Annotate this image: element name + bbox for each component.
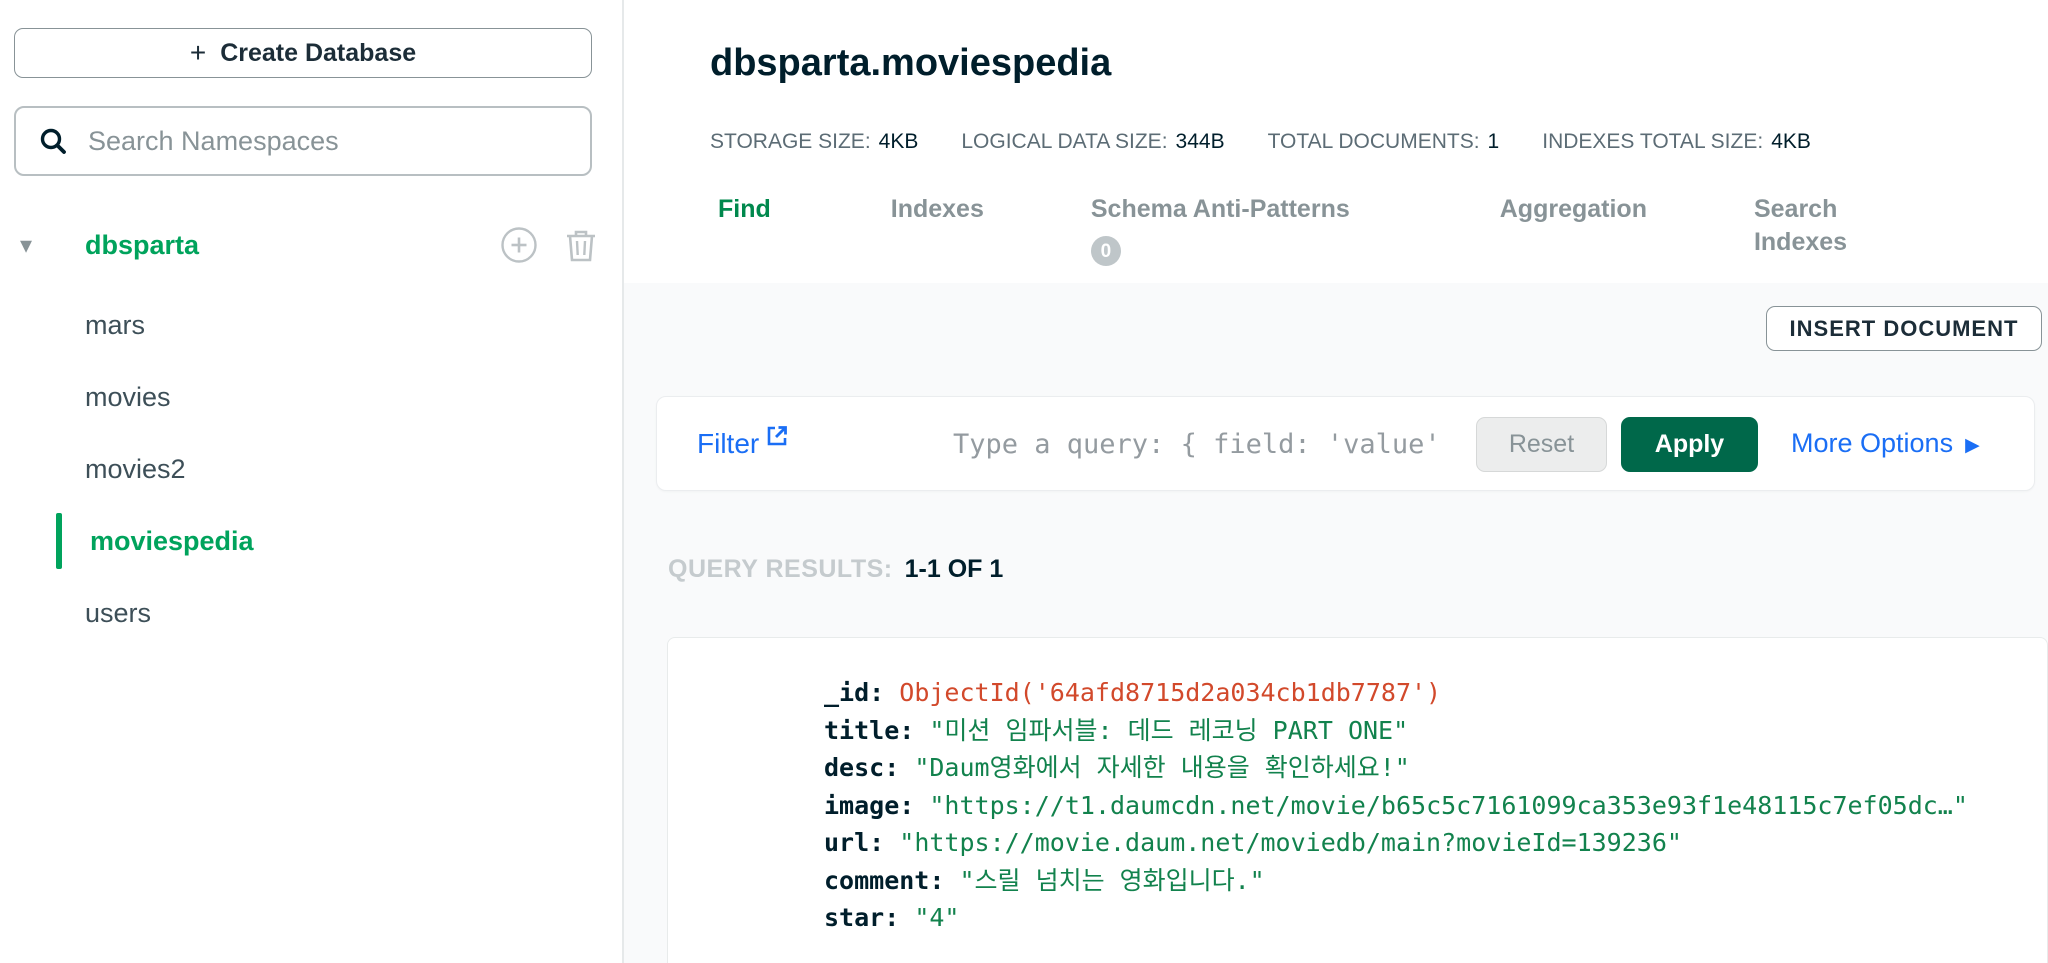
field-value: "스릴 넘치는 영화입니다." bbox=[959, 866, 1264, 895]
database-actions bbox=[500, 226, 622, 264]
sidebar-collection-item[interactable]: users bbox=[0, 577, 622, 649]
field-key: _id bbox=[824, 678, 869, 707]
field-colon: : bbox=[929, 866, 959, 895]
field-colon: : bbox=[869, 828, 899, 857]
field-key: url bbox=[824, 828, 869, 857]
tab-label: Indexes bbox=[891, 193, 984, 226]
database-name: dbsparta bbox=[85, 230, 199, 261]
field-colon: : bbox=[869, 678, 899, 707]
query-results-count: 1-1 OF 1 bbox=[905, 555, 1004, 584]
create-database-button[interactable]: + Create Database bbox=[14, 28, 592, 78]
stat-label: STORAGE SIZE: bbox=[710, 130, 871, 153]
field-value: "미션 임파서블: 데드 레코닝 PART ONE" bbox=[929, 716, 1408, 745]
stat-label: TOTAL DOCUMENTS: bbox=[1268, 130, 1480, 153]
field-colon: : bbox=[884, 903, 914, 932]
add-collection-icon[interactable] bbox=[500, 226, 538, 264]
field-colon: : bbox=[884, 753, 914, 782]
field-key: image bbox=[824, 791, 899, 820]
stat-value: 4KB bbox=[879, 130, 919, 153]
collection-tabs: Find Indexes Schema Anti-Patterns 0 Aggr… bbox=[718, 193, 1884, 266]
collection-tab[interactable]: Search Indexes bbox=[1754, 193, 1884, 259]
field-colon: : bbox=[899, 716, 929, 745]
query-filter-input[interactable] bbox=[951, 397, 1470, 492]
tab-label: Find bbox=[718, 193, 771, 226]
collection-tab[interactable]: Indexes bbox=[891, 193, 984, 226]
document-field-row[interactable]: star: "4" bbox=[824, 899, 2023, 937]
chevron-right-icon: ▶ bbox=[1965, 431, 1980, 457]
more-options-label: More Options bbox=[1791, 428, 1953, 459]
more-options-link[interactable]: More Options ▶ bbox=[1791, 397, 1980, 490]
document-field-row[interactable]: _id: ObjectId('64afd8715d2a034cb1db7787'… bbox=[824, 674, 2023, 712]
search-icon bbox=[38, 126, 68, 156]
delete-database-trash-icon[interactable] bbox=[564, 227, 598, 263]
query-bar: Filter Reset Apply More Options ▶ bbox=[656, 396, 2035, 491]
field-value: ObjectId('64afd8715d2a034cb1db7787') bbox=[899, 678, 1441, 707]
collection-label: mars bbox=[85, 310, 145, 341]
field-value: "https://t1.daumcdn.net/movie/b65c5c7161… bbox=[929, 791, 1968, 820]
tab-label: Aggregation bbox=[1500, 193, 1647, 226]
reset-button[interactable]: Reset bbox=[1476, 417, 1607, 472]
document-field-row[interactable]: desc: "Daum영화에서 자세한 내용을 확인하세요!" bbox=[824, 749, 2023, 787]
document-field-row[interactable]: url: "https://movie.daum.net/moviedb/mai… bbox=[824, 824, 2023, 862]
stat-label: LOGICAL DATA SIZE: bbox=[961, 130, 1167, 153]
collection-tab[interactable]: Schema Anti-Patterns 0 bbox=[1091, 193, 1350, 266]
sidebar-collection-item[interactable]: movies bbox=[0, 361, 622, 433]
filter-label: Filter bbox=[697, 428, 759, 460]
collection-tab[interactable]: Aggregation bbox=[1500, 193, 1647, 226]
document-field-row[interactable]: comment: "스릴 넘치는 영화입니다." bbox=[824, 862, 2023, 900]
collection-tab[interactable]: Find bbox=[718, 193, 771, 226]
stat-item: LOGICAL DATA SIZE: 344B bbox=[961, 130, 1224, 154]
field-value: "Daum영화에서 자세한 내용을 확인하세요!" bbox=[914, 753, 1410, 782]
create-database-label: Create Database bbox=[220, 39, 416, 68]
stat-value: 4KB bbox=[1771, 130, 1811, 153]
compass-app: + Create Database ▾ dbsparta bbox=[0, 0, 2048, 963]
document-field-row[interactable]: image: "https://t1.daumcdn.net/movie/b65… bbox=[824, 787, 2023, 825]
field-colon: : bbox=[899, 791, 929, 820]
collection-list: mars movies movies2 moviespedia users bbox=[0, 289, 622, 649]
sidebar-collection-item[interactable]: moviespedia bbox=[0, 505, 622, 577]
field-value: "4" bbox=[914, 903, 959, 932]
sidebar-database-row[interactable]: ▾ dbsparta bbox=[0, 220, 622, 270]
document-fields: _id: ObjectId('64afd8715d2a034cb1db7787'… bbox=[668, 638, 2047, 937]
plus-icon: + bbox=[190, 37, 206, 69]
collection-label: movies2 bbox=[85, 454, 186, 485]
stat-item: STORAGE SIZE: 4KB bbox=[710, 130, 918, 154]
external-link-icon bbox=[765, 424, 789, 448]
stat-item: INDEXES TOTAL SIZE: 4KB bbox=[1542, 130, 1811, 154]
stat-item: TOTAL DOCUMENTS: 1 bbox=[1268, 130, 1500, 154]
field-key: desc bbox=[824, 753, 884, 782]
sidebar-collection-item[interactable]: mars bbox=[0, 289, 622, 361]
tab-badge: 0 bbox=[1091, 236, 1121, 266]
stat-value: 1 bbox=[1488, 130, 1500, 153]
tab-label: Schema Anti-Patterns bbox=[1091, 193, 1350, 226]
collection-label: moviespedia bbox=[90, 526, 254, 557]
field-key: comment bbox=[824, 866, 929, 895]
field-key: title bbox=[824, 716, 899, 745]
collection-label: users bbox=[85, 598, 151, 629]
namespace-title: dbsparta.moviespedia bbox=[710, 42, 1111, 85]
insert-document-button[interactable]: INSERT DOCUMENT bbox=[1766, 306, 2042, 351]
filter-link[interactable]: Filter bbox=[697, 397, 789, 490]
collection-label: movies bbox=[85, 382, 171, 413]
document-field-row[interactable]: title: "미션 임파서블: 데드 레코닝 PART ONE" bbox=[824, 712, 2023, 750]
search-namespaces-input[interactable] bbox=[86, 125, 590, 158]
apply-button[interactable]: Apply bbox=[1621, 417, 1758, 472]
sidebar-collection-item[interactable]: movies2 bbox=[0, 433, 622, 505]
query-results-row: QUERY RESULTS: 1-1 OF 1 bbox=[668, 555, 1003, 584]
stat-value: 344B bbox=[1176, 130, 1225, 153]
sidebar: + Create Database ▾ dbsparta bbox=[0, 0, 624, 963]
field-value: "https://movie.daum.net/moviedb/main?mov… bbox=[899, 828, 1682, 857]
stat-label: INDEXES TOTAL SIZE: bbox=[1542, 130, 1763, 153]
query-results-label: QUERY RESULTS: bbox=[668, 555, 893, 584]
documents-panel: INSERT DOCUMENT Filter Reset Apply More … bbox=[624, 283, 2048, 963]
caret-down-icon[interactable]: ▾ bbox=[20, 231, 60, 260]
collection-stats: STORAGE SIZE:4KB LOGICAL DATA SIZE:344B … bbox=[710, 130, 1811, 154]
tab-label: Search Indexes bbox=[1754, 193, 1884, 259]
namespace-search-box bbox=[14, 106, 592, 176]
document-card: _id: ObjectId('64afd8715d2a034cb1db7787'… bbox=[667, 637, 2048, 963]
field-key: star bbox=[824, 903, 884, 932]
